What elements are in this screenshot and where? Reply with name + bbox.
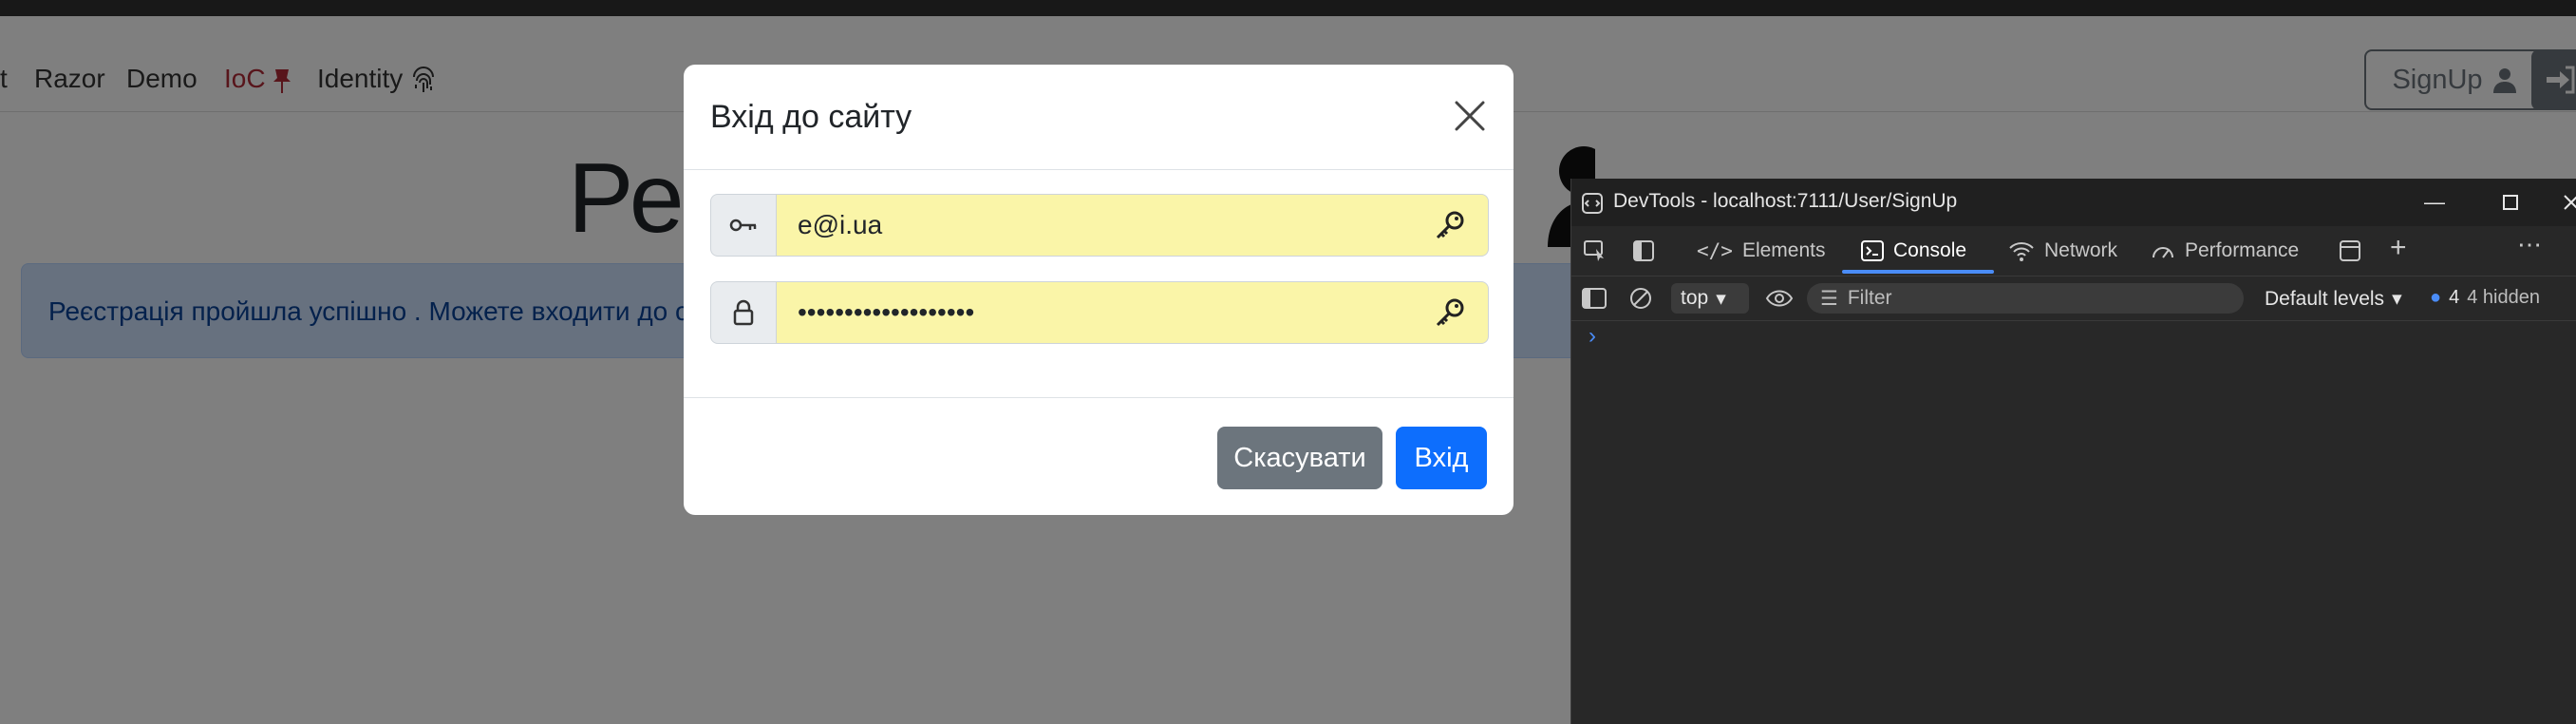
email-input-group: [710, 194, 1489, 257]
cancel-button[interactable]: Скасувати: [1217, 427, 1382, 489]
add-tab-icon[interactable]: +: [2390, 232, 2407, 264]
filter-placeholder: Filter: [1847, 287, 1892, 309]
hidden-count: 4 hidden: [2467, 287, 2540, 308]
log-levels-label: Default levels: [2265, 287, 2385, 310]
devtools-titlebar: DevTools - localhost:7111/User/SignUp —: [1571, 179, 2576, 226]
context-label: top: [1681, 287, 1709, 309]
tab-performance[interactable]: Performance: [2151, 239, 2299, 262]
more-icon[interactable]: ⋯: [2517, 230, 2542, 259]
close-window-icon[interactable]: [2563, 194, 2576, 211]
key-icon: [729, 219, 757, 232]
login-modal: Вхід до сайту Скасувати Вхід: [684, 65, 1514, 515]
lock-icon: [733, 299, 754, 326]
tab-console-label: Console: [1893, 239, 1967, 261]
dropdown-arrow-icon: ▾: [1716, 287, 1726, 310]
wifi-icon: [2009, 242, 2034, 261]
tab-elements[interactable]: </> Elements: [1697, 239, 1825, 262]
modal-footer: Скасувати Вхід: [684, 397, 1514, 515]
autofill-key-icon[interactable]: [1434, 296, 1466, 329]
tab-network-label: Network: [2044, 239, 2118, 261]
email-input[interactable]: [777, 194, 1489, 257]
minimize-icon[interactable]: —: [2424, 190, 2445, 215]
sidebar-toggle-icon[interactable]: [1581, 287, 1608, 310]
close-icon[interactable]: [1449, 95, 1491, 137]
login-button[interactable]: Вхід: [1396, 427, 1487, 489]
context-select[interactable]: top ▾: [1671, 283, 1749, 314]
console-prompt-icon[interactable]: ›: [1589, 323, 1596, 350]
tab-network[interactable]: Network: [2008, 239, 2117, 262]
autofill-key-icon[interactable]: [1434, 209, 1466, 241]
eye-icon[interactable]: [1765, 287, 1794, 310]
password-addon: [710, 281, 777, 344]
devtools-window: DevTools - localhost:7111/User/SignUp — …: [1570, 179, 2576, 724]
maximize-icon[interactable]: [2502, 194, 2519, 211]
password-input-group: [710, 281, 1489, 344]
device-toolbar-icon[interactable]: [1632, 239, 1655, 262]
clear-console-icon[interactable]: [1628, 286, 1653, 311]
active-tab-indicator: [1842, 270, 1994, 274]
devtools-logo-icon: [1582, 193, 1603, 214]
message-icon: ●: [2430, 287, 2442, 308]
tab-console[interactable]: Console: [1861, 239, 1966, 262]
panel-icon[interactable]: [2339, 239, 2361, 262]
filter-icon: ☰: [1820, 287, 1838, 310]
tab-elements-label: Elements: [1741, 239, 1826, 261]
gauge-icon: [2153, 247, 2173, 258]
tab-performance-label: Performance: [2185, 239, 2300, 261]
dropdown-arrow-icon: ▾: [2392, 288, 2402, 310]
modal-title: Вхід до сайту: [710, 99, 912, 135]
log-levels-select[interactable]: Default levels ▾: [2265, 287, 2402, 311]
issues-counter[interactable]: ● 4 4 hidden: [2430, 287, 2540, 309]
modal-header: Вхід до сайту: [684, 65, 1514, 170]
code-icon: </>: [1697, 239, 1733, 262]
issues-count: 4: [2449, 287, 2460, 308]
console-toolbar: top ▾ ☰ Filter Default levels ▾ ● 4 4 hidden: [1571, 276, 2576, 321]
email-addon: [710, 194, 777, 257]
devtools-tabbar: </> Elements Console Network Performance …: [1571, 226, 2576, 276]
password-input[interactable]: [777, 281, 1489, 344]
devtools-title: DevTools - localhost:7111/User/SignUp: [1613, 190, 1958, 212]
inspect-element-icon[interactable]: [1583, 239, 1608, 262]
filter-input[interactable]: ☰ Filter: [1807, 283, 2244, 314]
console-icon: [1861, 240, 1884, 261]
